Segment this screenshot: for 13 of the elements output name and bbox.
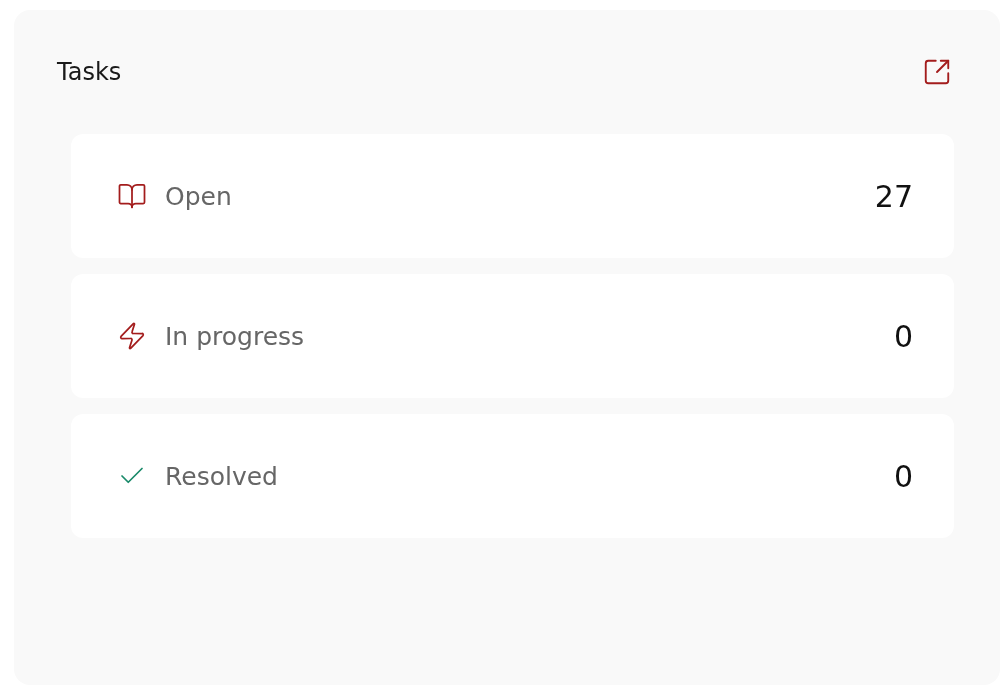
task-label: Open <box>165 181 233 211</box>
external-link-icon[interactable] <box>922 57 952 87</box>
task-count: 0 <box>893 458 913 494</box>
task-row[interactable]: Resolved 0 <box>71 414 954 538</box>
task-label: In progress <box>165 321 306 351</box>
task-count: 0 <box>893 318 913 354</box>
task-label: Resolved <box>165 461 279 491</box>
lightning-icon <box>117 321 147 351</box>
task-row[interactable]: Open 27 <box>71 134 954 258</box>
task-row[interactable]: In progress 0 <box>71 274 954 398</box>
book-icon <box>117 181 147 211</box>
task-count: 27 <box>874 178 913 214</box>
card-title: Tasks <box>57 58 122 86</box>
